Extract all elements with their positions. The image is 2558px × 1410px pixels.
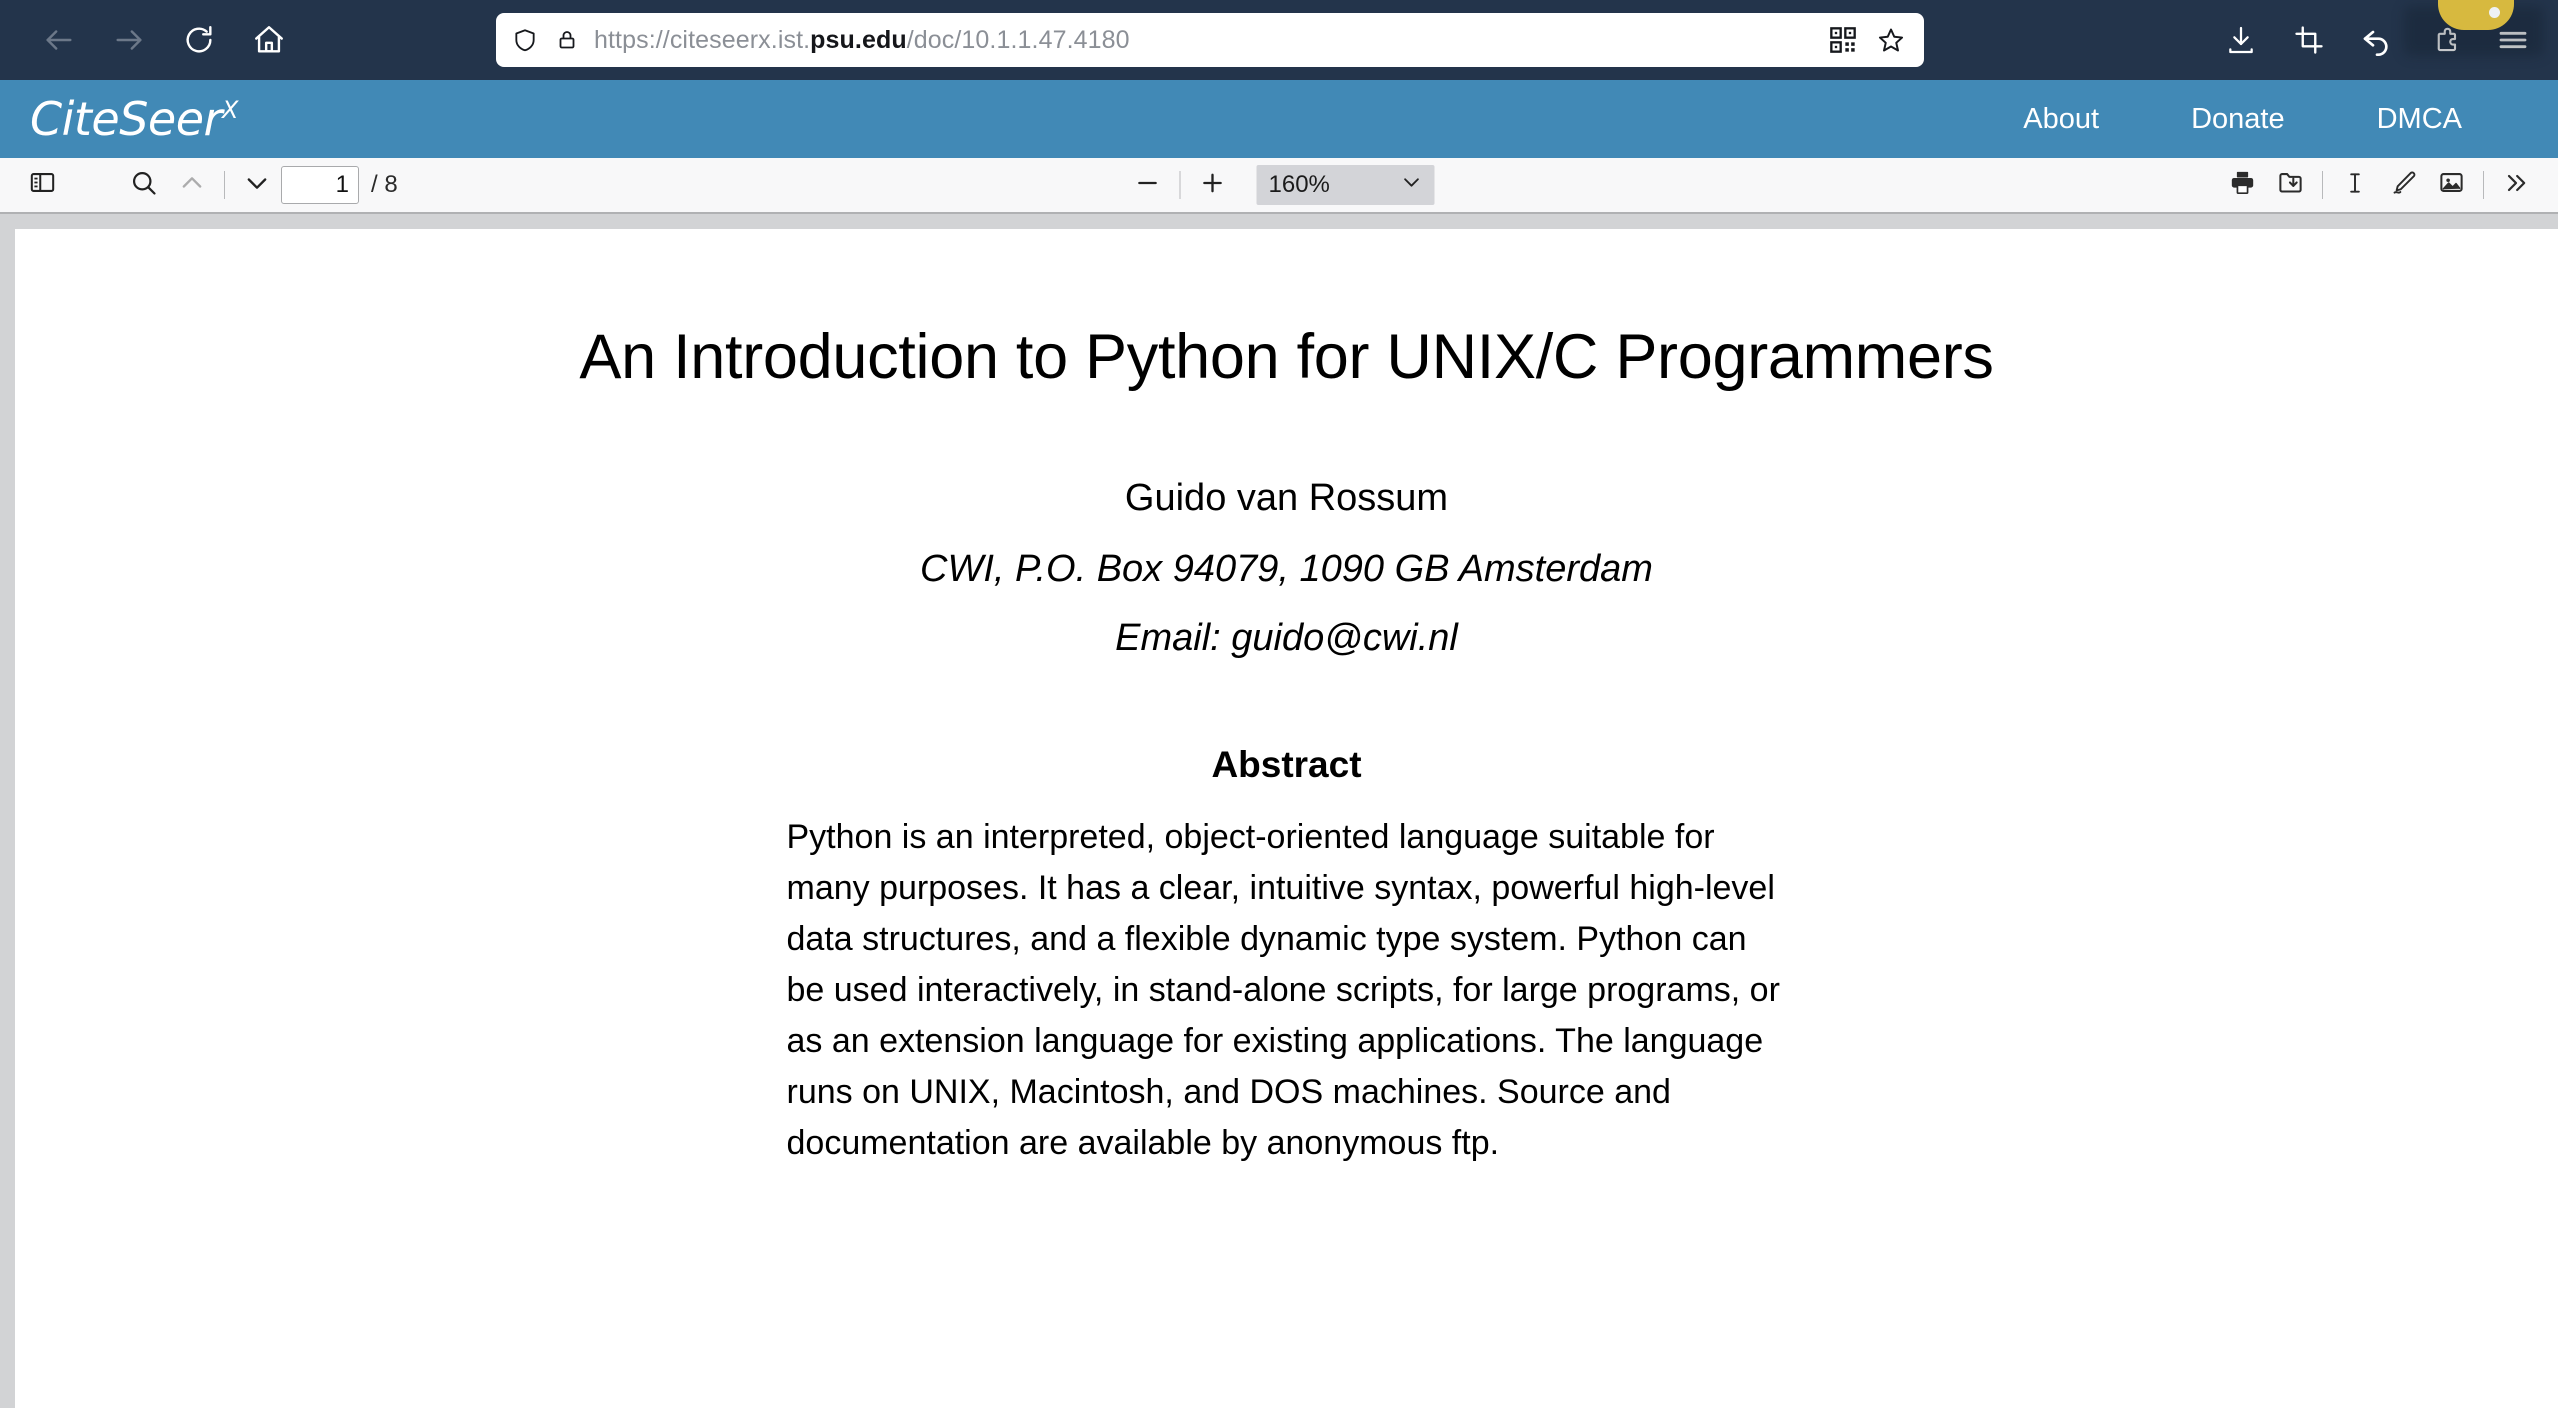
add-image-button[interactable] — [2427, 163, 2475, 207]
lock-icon[interactable] — [552, 25, 582, 55]
hamburger-menu-icon — [2497, 24, 2529, 56]
url-host: psu.edu — [810, 25, 907, 54]
pdf-zoom-controls: 160% — [1124, 163, 1435, 207]
site-logo-superscript: X — [221, 96, 238, 124]
reload-button[interactable] — [168, 9, 230, 71]
draw-tool-button[interactable] — [2379, 163, 2427, 207]
address-bar-container: https://citeseerx.ist.psu.edu/doc/10.1.1… — [496, 13, 1924, 67]
paper-title: An Introduction to Python for UNIX/C Pro… — [579, 322, 1994, 392]
zoom-level-select[interactable]: 160% — [1256, 165, 1435, 205]
undo-arrow-icon — [2361, 24, 2393, 56]
print-button[interactable] — [2218, 163, 2266, 207]
abstract-heading: Abstract — [1211, 744, 1362, 785]
chevron-down-icon — [243, 169, 271, 202]
zoom-level-value: 160% — [1268, 171, 1330, 198]
nav-link-about[interactable]: About — [2023, 103, 2099, 136]
pdf-page-1: An Introduction to Python for UNIX/C Pro… — [15, 229, 2558, 1408]
home-icon — [252, 23, 286, 57]
address-bar-actions — [1828, 25, 1910, 55]
paper-email: Email: guido@cwi.nl — [1115, 617, 1458, 659]
pdf-page-content: An Introduction to Python for UNIX/C Pro… — [15, 321, 2558, 1408]
toolbar-separator — [224, 171, 225, 199]
image-icon — [2438, 169, 2465, 201]
browser-chrome: https://citeseerx.ist.psu.edu/doc/10.1.1… — [0, 0, 2558, 80]
double-chevron-right-icon — [2502, 169, 2530, 202]
nav-link-donate[interactable]: Donate — [2191, 103, 2285, 136]
pdf-toolbar: / 8 160% — [0, 158, 2558, 214]
qr-code-icon[interactable] — [1828, 25, 1858, 55]
app-menu-button[interactable] — [2482, 9, 2544, 71]
sidebar-toggle-button[interactable] — [18, 163, 66, 207]
puzzle-piece-icon — [2430, 25, 2460, 55]
url-prefix: https://citeseerx.ist. — [594, 25, 811, 54]
pdf-viewer-container[interactable]: An Introduction to Python for UNIX/C Pro… — [0, 214, 2558, 1408]
forward-button[interactable] — [98, 9, 160, 71]
site-nav-links: About Donate DMCA — [2023, 103, 2522, 136]
zoom-in-button[interactable] — [1189, 163, 1237, 207]
find-button[interactable] — [120, 163, 168, 207]
page-count-label: / 8 — [371, 171, 398, 198]
nav-link-dmca[interactable]: DMCA — [2377, 103, 2462, 136]
back-arrow-icon — [42, 23, 76, 57]
extensions-button[interactable] — [2414, 9, 2476, 71]
text-cursor-icon — [2342, 170, 2368, 201]
address-bar[interactable]: https://citeseerx.ist.psu.edu/doc/10.1.1… — [496, 13, 1924, 67]
next-page-button[interactable] — [233, 163, 281, 207]
printer-icon — [2229, 169, 2256, 201]
back-button[interactable] — [28, 9, 90, 71]
text-select-tool-button[interactable] — [2331, 163, 2379, 207]
paper-affiliation: CWI, P.O. Box 94079, 1090 GB Amsterdam — [920, 548, 1653, 590]
tools-separator-right — [2483, 171, 2484, 199]
tools-separator-left — [2322, 171, 2323, 199]
save-download-icon — [2277, 169, 2304, 201]
forward-arrow-icon — [112, 23, 146, 57]
pencil-icon — [2390, 169, 2417, 201]
paper-author: Guido van Rossum — [1124, 477, 1449, 519]
minus-icon — [1134, 169, 1162, 202]
page-number-input[interactable] — [281, 166, 359, 204]
home-button[interactable] — [238, 9, 300, 71]
site-header: CiteSeer X About Donate DMCA — [0, 80, 2558, 158]
pdf-toolbar-right — [2218, 163, 2540, 207]
save-button[interactable] — [2266, 163, 2314, 207]
more-tools-button[interactable] — [2492, 163, 2540, 207]
url-suffix: /doc/10.1.1.47.4180 — [906, 25, 1130, 54]
zoom-separator — [1179, 171, 1181, 199]
chevron-up-icon — [178, 169, 206, 202]
abstract-body: Python is an interpreted, object-oriente… — [787, 812, 1787, 1169]
bookmark-star-icon[interactable] — [1876, 25, 1906, 55]
shield-icon[interactable] — [510, 25, 540, 55]
screenshot-button[interactable] — [2278, 9, 2340, 71]
abstract-paragraph: Python is an interpreted, object-oriente… — [786, 818, 1780, 1162]
url-text[interactable]: https://citeseerx.ist.psu.edu/doc/10.1.1… — [594, 26, 1816, 55]
zoom-out-button[interactable] — [1124, 163, 1172, 207]
search-icon — [130, 169, 158, 202]
site-logo-text: CiteSeer — [30, 92, 222, 146]
reload-icon — [182, 23, 216, 57]
pdf-toolbar-left: / 8 — [18, 163, 398, 207]
browser-nav-buttons — [28, 9, 300, 71]
site-logo[interactable]: CiteSeer X — [30, 96, 238, 142]
undo-button[interactable] — [2346, 9, 2408, 71]
previous-page-button[interactable] — [168, 163, 216, 207]
chevron-down-icon — [1401, 171, 1423, 200]
sidebar-panel-icon — [29, 169, 56, 201]
plus-icon — [1199, 169, 1227, 202]
downloads-button[interactable] — [2210, 9, 2272, 71]
crop-icon — [2294, 25, 2324, 55]
browser-toolbar-actions — [2210, 0, 2544, 80]
download-icon — [2225, 24, 2257, 56]
